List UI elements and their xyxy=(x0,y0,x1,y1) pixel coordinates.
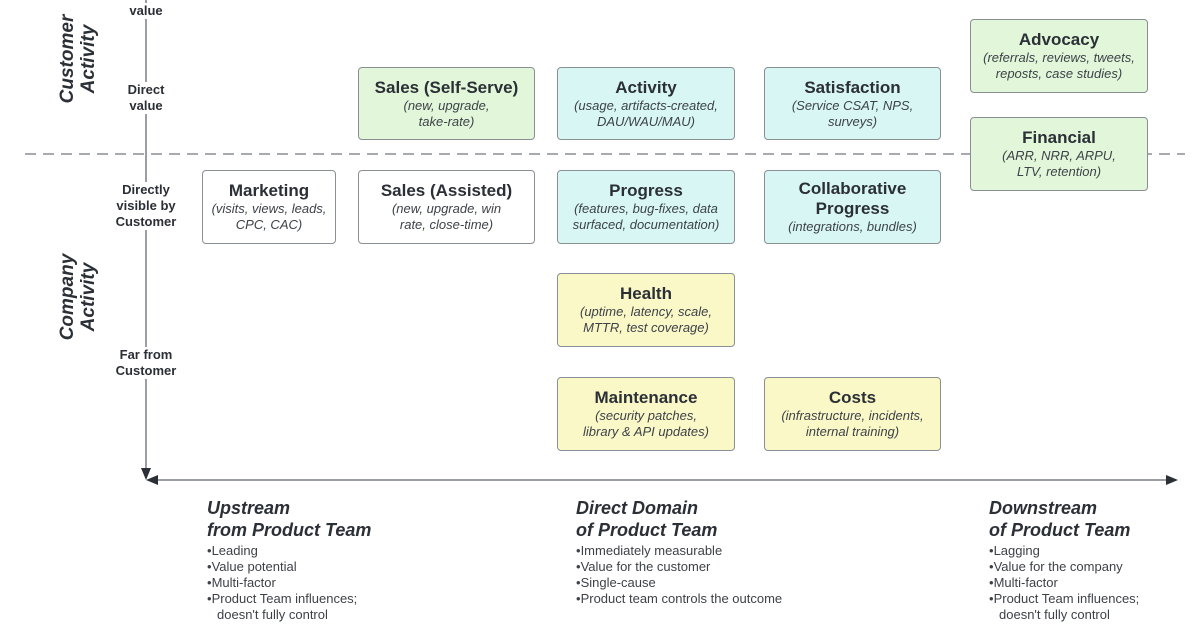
box-title: Maintenance xyxy=(594,388,698,407)
legend-bullet: Product Team influences; doesn't fully c… xyxy=(989,591,1154,623)
box-subtitle: (security patches, library & API updates… xyxy=(583,408,709,439)
box-costs: Costs (infrastructure, incidents, intern… xyxy=(764,377,941,451)
y-label-direct-value: Direct value xyxy=(101,82,191,114)
box-progress: Progress (features, bug-fixes, data surf… xyxy=(557,170,735,244)
legend-title: Upstream xyxy=(207,498,291,518)
box-title: Sales (Self-Serve) xyxy=(374,77,519,97)
legend-title: of Product Team xyxy=(989,520,1131,540)
legend-direct-domain: Direct Domain of Product Team Immediatel… xyxy=(576,497,836,607)
box-health: Health (uptime, latency, scale, MTTR, te… xyxy=(557,273,735,347)
legend-bullet: Product Team influences; doesn't fully c… xyxy=(207,591,372,623)
box-title: Progress xyxy=(609,181,683,200)
y-label-directly-visible: Directly visible by Customer xyxy=(101,182,191,230)
box-title: Financial xyxy=(1022,128,1096,147)
legend-bullet: Multi-factor xyxy=(207,575,372,591)
box-subtitle: (new, upgrade, take-rate) xyxy=(403,97,490,129)
y-label-direct-value-text: Direct value xyxy=(127,82,165,113)
box-marketing: Marketing (visits, views, leads, CPC, CA… xyxy=(202,170,336,244)
legend-bullets: Lagging Value for the company Multi-fact… xyxy=(989,543,1154,623)
box-subtitle: (referrals, reviews, tweets, reposts, ca… xyxy=(983,50,1135,81)
box-subtitle: (features, bug-fixes, data surfaced, doc… xyxy=(572,201,720,232)
customer-activity-label: Customer Activity xyxy=(57,14,99,104)
vertical-axis-arrowhead xyxy=(141,468,151,480)
box-title: Marketing xyxy=(228,181,310,200)
box-title: Activity xyxy=(615,77,677,97)
legend-downstream: Downstream of Product Team Lagging Value… xyxy=(989,497,1189,623)
box-sales-assisted: Sales (Assisted) (new, upgrade, win rate… xyxy=(358,170,535,244)
box-maintenance: Maintenance (security patches, library &… xyxy=(557,377,735,451)
legend-bullet: Value for the company xyxy=(989,559,1154,575)
legend-upstream: Upstream from Product Team Leading Value… xyxy=(207,497,447,623)
box-subtitle: (usage, artifacts-created, DAU/WAU/MAU) xyxy=(574,97,718,129)
box-title: Health xyxy=(620,284,672,303)
legend-title: of Product Team xyxy=(576,520,718,540)
legend-bullet: Single-cause xyxy=(576,575,836,591)
legend-title: Downstream xyxy=(989,498,1098,518)
legend-bullet: Multi-factor xyxy=(989,575,1154,591)
legend-bullet: Value for the customer xyxy=(576,559,836,575)
horizontal-axis-left-arrowhead xyxy=(146,475,158,485)
legend-title: from Product Team xyxy=(207,520,372,540)
y-label-directly-visible-text: Directly visible by Customer xyxy=(115,182,177,229)
legend-bullet: Value potential xyxy=(207,559,372,575)
box-title: Collaborative Progress xyxy=(798,179,907,218)
legend-bullet: Immediately measurable xyxy=(576,543,836,559)
legend-bullets: Leading Value potential Multi-factor Pro… xyxy=(207,543,372,623)
box-subtitle: (Service CSAT, NPS, surveys) xyxy=(791,97,914,129)
box-subtitle: (integrations, bundles) xyxy=(788,219,917,234)
legend-bullet: Leading xyxy=(207,543,372,559)
box-subtitle: (uptime, latency, scale, MTTR, test cove… xyxy=(580,304,712,335)
box-satisfaction: Satisfaction (Service CSAT, NPS, surveys… xyxy=(764,67,941,140)
box-advocacy: Advocacy (referrals, reviews, tweets, re… xyxy=(970,19,1148,93)
box-activity: Activity (usage, artifacts-created, DAU/… xyxy=(557,67,735,140)
box-subtitle: (new, upgrade, win rate, close-time) xyxy=(391,201,502,232)
box-subtitle: (ARR, NRR, ARPU, LTV, retention) xyxy=(1002,148,1116,179)
legend-title: Direct Domain xyxy=(576,498,699,518)
y-label-top-value: value xyxy=(101,3,191,19)
legend-bullets: Immediately measurable Value for the cus… xyxy=(576,543,836,607)
box-title: Satisfaction xyxy=(804,77,901,97)
box-subtitle: (visits, views, leads, CPC, CAC) xyxy=(211,201,327,232)
legend-bullet: Lagging xyxy=(989,543,1154,559)
y-label-far-from-customer: Far from Customer xyxy=(101,347,191,379)
box-sales-self-serve: Sales (Self-Serve) (new, upgrade, take-r… xyxy=(358,67,535,140)
legend-bullet: Product team controls the outcome xyxy=(576,591,836,607)
box-title: Sales (Assisted) xyxy=(380,181,513,200)
box-title: Costs xyxy=(828,388,877,407)
box-collaborative-progress: Collaborative Progress (integrations, bu… xyxy=(764,170,941,244)
box-title: Advocacy xyxy=(1018,30,1100,49)
horizontal-axis-right-arrowhead xyxy=(1166,475,1178,485)
y-label-far-text: Far from Customer xyxy=(115,347,177,378)
box-financial: Financial (ARR, NRR, ARPU, LTV, retentio… xyxy=(970,117,1148,191)
box-subtitle: (infrastructure, incidents, internal tra… xyxy=(781,408,924,439)
company-activity-label: Company Activity xyxy=(57,253,99,341)
